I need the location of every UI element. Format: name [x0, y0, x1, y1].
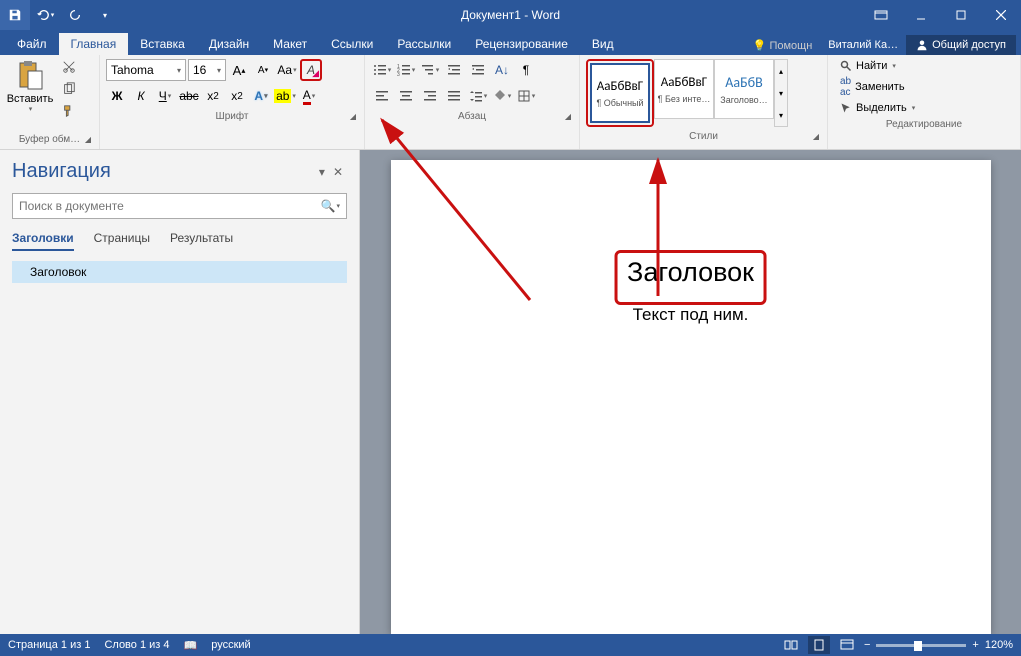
ribbon-options-button[interactable]: [861, 0, 901, 30]
highlight-color-button[interactable]: ab▾: [274, 85, 296, 107]
tab-file[interactable]: Файл: [5, 33, 59, 55]
font-size-combo[interactable]: 16▾: [188, 59, 226, 81]
user-account[interactable]: Виталий Ка…: [820, 39, 906, 51]
copy-button[interactable]: [58, 79, 80, 99]
change-case-button[interactable]: Aa▾: [276, 59, 298, 81]
tell-me[interactable]: 💡 Помощн: [745, 39, 821, 52]
tab-design[interactable]: Дизайн: [197, 33, 261, 55]
editing-group-label: Редактирование: [832, 117, 1016, 132]
view-read-mode[interactable]: [780, 636, 802, 654]
zoom-out-button[interactable]: −: [864, 639, 870, 651]
styles-expand[interactable]: ▾: [775, 104, 787, 126]
tab-insert[interactable]: Вставка: [128, 33, 197, 55]
increase-indent-button[interactable]: [467, 59, 489, 81]
view-print-layout[interactable]: [808, 636, 830, 654]
style-no-spacing[interactable]: АаБбВвГ ¶ Без инте…: [654, 59, 714, 119]
navigation-title: Навигация: [12, 160, 315, 183]
tab-references[interactable]: Ссылки: [319, 33, 385, 55]
share-button[interactable]: Общий доступ: [906, 35, 1016, 55]
navigation-dropdown[interactable]: ▾: [315, 165, 329, 179]
style-heading1[interactable]: АаБбВ Заголово…: [714, 59, 774, 119]
close-button[interactable]: [981, 0, 1021, 30]
document-page[interactable]: Заголовок Текст под ним.: [391, 160, 991, 634]
superscript-button[interactable]: x2: [226, 85, 248, 107]
borders-button[interactable]: ▾: [515, 85, 537, 107]
status-words[interactable]: Слово 1 из 4: [104, 639, 169, 651]
cut-button[interactable]: [58, 57, 80, 77]
style-normal[interactable]: АаБбВвГ ¶ Обычный: [590, 63, 650, 123]
font-dialog-launcher[interactable]: ◢: [348, 112, 358, 122]
decrease-indent-button[interactable]: [443, 59, 465, 81]
align-left-button[interactable]: [371, 85, 393, 107]
subscript-button[interactable]: x2: [202, 85, 224, 107]
paragraph-group-label: Абзац◢: [369, 109, 575, 124]
search-icon[interactable]: 🔍: [321, 199, 336, 213]
zoom-level[interactable]: 120%: [985, 639, 1013, 651]
nav-tab-pages[interactable]: Страницы: [94, 231, 150, 251]
tab-view[interactable]: Вид: [580, 33, 626, 55]
font-group-label: Шрифт◢: [104, 109, 360, 124]
svg-text:3: 3: [397, 72, 400, 77]
justify-button[interactable]: [443, 85, 465, 107]
replace-button[interactable]: abac Заменить: [834, 75, 1014, 99]
numbering-button[interactable]: 123▾: [395, 59, 417, 81]
styles-scroll-up[interactable]: ▴: [775, 60, 787, 82]
shading-button[interactable]: ▾: [491, 85, 513, 107]
italic-button[interactable]: К: [130, 85, 152, 107]
nav-tab-results[interactable]: Результаты: [170, 231, 233, 251]
window-title: Документ1 - Word: [461, 8, 560, 22]
save-button[interactable]: [0, 0, 30, 30]
navigation-close[interactable]: ✕: [329, 165, 347, 179]
font-name-combo[interactable]: Tahoma▾: [106, 59, 186, 81]
underline-button[interactable]: Ч▾: [154, 85, 176, 107]
align-center-button[interactable]: [395, 85, 417, 107]
show-marks-button[interactable]: ¶: [515, 59, 537, 81]
tab-home[interactable]: Главная: [59, 33, 129, 55]
minimize-button[interactable]: [901, 0, 941, 30]
styles-scroll-down[interactable]: ▾: [775, 82, 787, 104]
navigation-pane: Навигация ▾ ✕ 🔍▾ Заголовки Страницы Резу…: [0, 150, 360, 634]
nav-heading-item[interactable]: Заголовок: [12, 261, 347, 283]
tab-mailings[interactable]: Рассылки: [385, 33, 463, 55]
clear-formatting-button[interactable]: A◢: [300, 59, 322, 81]
qat-customize-button[interactable]: ▾: [90, 0, 120, 30]
paragraph-dialog-launcher[interactable]: ◢: [563, 112, 573, 122]
sort-button[interactable]: A↓: [491, 59, 513, 81]
zoom-in-button[interactable]: +: [972, 639, 978, 651]
line-spacing-button[interactable]: ▾: [467, 85, 489, 107]
styles-dialog-launcher[interactable]: ◢: [811, 132, 821, 142]
tab-review[interactable]: Рецензирование: [463, 33, 580, 55]
align-right-button[interactable]: [419, 85, 441, 107]
status-proofing-icon[interactable]: 📖: [184, 639, 198, 652]
view-web-layout[interactable]: [836, 636, 858, 654]
doc-body-text[interactable]: Текст под ним.: [431, 305, 951, 325]
strikethrough-button[interactable]: abc: [178, 85, 200, 107]
text-effects-button[interactable]: A▾: [250, 85, 272, 107]
undo-button[interactable]: ▾: [30, 0, 60, 30]
navigation-search-input[interactable]: [19, 199, 321, 213]
status-language[interactable]: русский: [211, 639, 250, 651]
bullets-button[interactable]: ▾: [371, 59, 393, 81]
redo-button[interactable]: [60, 0, 90, 30]
find-button[interactable]: Найти▾: [834, 59, 1014, 73]
clipboard-dialog-launcher[interactable]: ◢: [83, 135, 93, 145]
status-page[interactable]: Страница 1 из 1: [8, 639, 90, 651]
styles-group-label: Стили◢: [584, 129, 823, 144]
nav-tab-headings[interactable]: Заголовки: [12, 231, 74, 251]
doc-heading-text[interactable]: Заголовок: [627, 257, 754, 288]
multilevel-list-button[interactable]: ▾: [419, 59, 441, 81]
clipboard-group-label: Буфер обм…◢: [4, 132, 95, 147]
format-painter-button[interactable]: [58, 101, 80, 121]
select-button[interactable]: Выделить▾: [834, 101, 1014, 115]
zoom-slider[interactable]: [876, 644, 966, 647]
maximize-button[interactable]: [941, 0, 981, 30]
bold-button[interactable]: Ж: [106, 85, 128, 107]
navigation-search[interactable]: 🔍▾: [12, 193, 347, 219]
shrink-font-button[interactable]: A▾: [252, 59, 274, 81]
tab-layout[interactable]: Макет: [261, 33, 319, 55]
font-color-button[interactable]: A▾: [298, 85, 320, 107]
grow-font-button[interactable]: A▴: [228, 59, 250, 81]
paste-button[interactable]: Вставить ▾: [4, 57, 56, 115]
